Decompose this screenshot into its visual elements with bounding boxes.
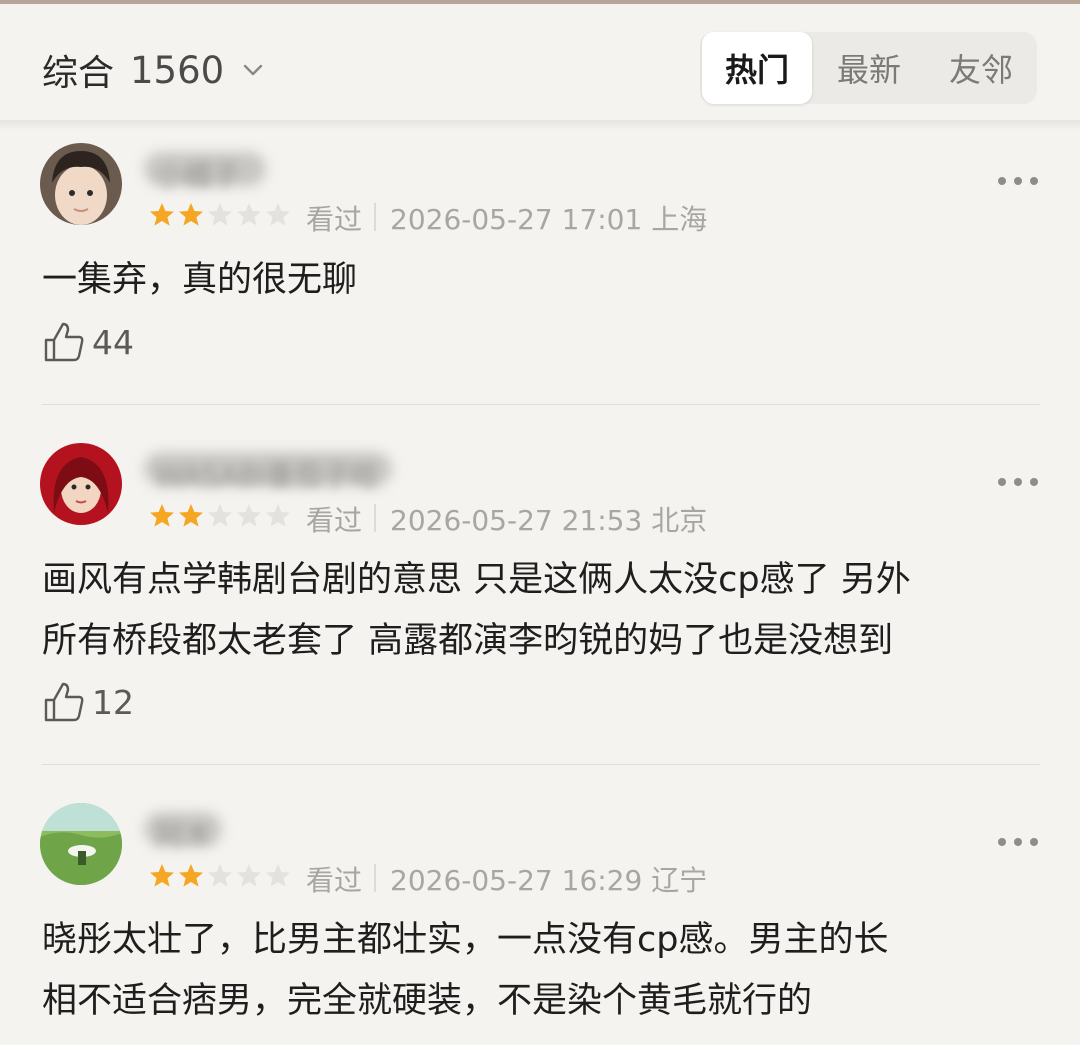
comment-text: 一集弃，真的很无聊 (42, 260, 358, 300)
tab-latest[interactable]: 最新 (814, 32, 924, 104)
star-empty-icon (237, 203, 261, 226)
star-empty-icon (266, 864, 290, 887)
sort-tabs: 热门 最新 友邻 (700, 32, 1037, 104)
watched-status: 看过 (306, 864, 363, 897)
username[interactable]: WASABI番茄子哈 (144, 452, 392, 492)
avatar[interactable] (40, 443, 122, 525)
tab-friends[interactable]: 友邻 (926, 32, 1036, 104)
comment-location: 北京 (651, 504, 708, 537)
star-empty-icon (266, 203, 290, 226)
comment-datetime: 2026-05-27 17:01 (390, 203, 643, 236)
thumbs-up-icon (44, 322, 84, 362)
avatar[interactable] (40, 803, 122, 885)
star-filled-icon (150, 504, 174, 527)
like-count: 44 (92, 322, 134, 362)
star-empty-icon (208, 864, 232, 887)
comment-count: 1560 (130, 48, 225, 92)
comment-datetime: 2026-05-27 16:29 (390, 864, 643, 897)
divider (42, 764, 1040, 765)
comment-location: 辽宁 (651, 864, 708, 897)
star-empty-icon (208, 504, 232, 527)
comment-meta: 2026-05-27 21:53 北京 (390, 499, 707, 539)
comment-text: 晓彤太壮了，比男主都壮实，一点没有cp感。男主的长 相不适合痞男，完全就硬装，不… (42, 920, 889, 1021)
comment-text: 画风有点学韩剧台剧的意思 只是这俩人太没cp感了 另外 所有桥段都太老套了 高露… (42, 560, 911, 661)
tab-hot[interactable]: 热门 (702, 32, 812, 104)
more-options-icon[interactable] (998, 478, 1038, 490)
meta-separator (374, 864, 376, 892)
comment-item: 阿木 看过 2026-05-27 16:29 辽宁 晓彤太壮了，比男主都壮实，一… (0, 800, 1080, 1045)
watched-status: 看过 (306, 504, 363, 537)
comment-item: 小橘子 看过 2026-05-27 17:01 上海 一集弃，真的很无聊 44 (0, 140, 1080, 402)
more-options-icon[interactable] (998, 838, 1038, 850)
header-shadow (0, 120, 1080, 130)
comment-meta: 2026-05-27 16:29 辽宁 (390, 859, 707, 899)
rating-stars (148, 502, 293, 530)
comment-meta: 2026-05-27 17:01 上海 (390, 198, 707, 238)
star-empty-icon (208, 203, 232, 226)
like-button[interactable]: 12 (42, 680, 134, 724)
meta-separator (374, 203, 376, 231)
watched-status: 看过 (306, 203, 363, 236)
star-empty-icon (266, 504, 290, 527)
username[interactable]: 阿木 (144, 812, 222, 852)
thumbs-up-icon (44, 682, 84, 722)
rating-stars (148, 201, 293, 229)
comments-header: 综合 1560 热门 最新 友邻 (0, 4, 1080, 122)
username[interactable]: 小橘子 (144, 152, 266, 192)
star-filled-icon (179, 203, 203, 226)
comment-datetime: 2026-05-27 21:53 (390, 504, 643, 537)
more-options-icon[interactable] (998, 177, 1038, 189)
star-filled-icon (150, 864, 174, 887)
like-button[interactable]: 44 (42, 320, 134, 364)
star-empty-icon (237, 864, 261, 887)
chevron-down-icon (243, 64, 263, 76)
star-filled-icon (179, 864, 203, 887)
star-empty-icon (237, 504, 261, 527)
star-filled-icon (179, 504, 203, 527)
divider (42, 404, 1040, 405)
sort-dropdown[interactable]: 综合 1560 (42, 44, 266, 96)
avatar[interactable] (40, 143, 122, 225)
like-count: 12 (92, 682, 134, 722)
sort-label: 综合 (42, 53, 115, 94)
rating-stars (148, 862, 293, 890)
comment-location: 上海 (651, 203, 708, 236)
meta-separator (374, 504, 376, 532)
star-filled-icon (150, 203, 174, 226)
comment-item: WASABI番茄子哈 看过 2026-05-27 21:53 北京 画风有点学韩… (0, 440, 1080, 760)
